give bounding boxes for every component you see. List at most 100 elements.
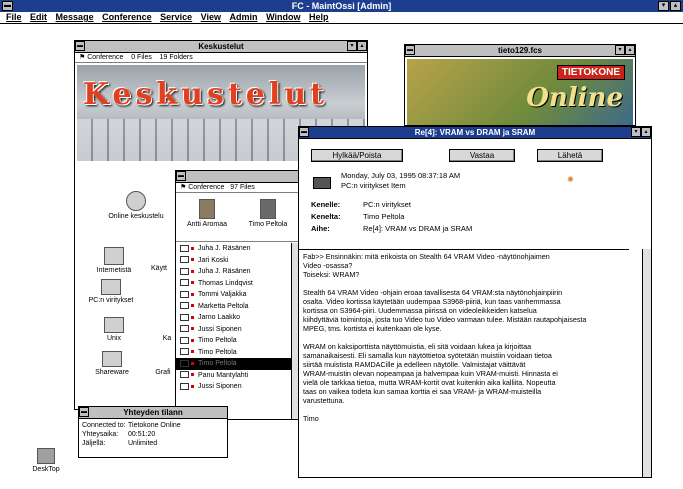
reject-delete-button[interactable]: Hylkää/Poista	[311, 149, 403, 162]
mail-icon	[180, 267, 189, 275]
flag-icon	[191, 292, 194, 296]
window-menu-button[interactable]: ▬	[75, 41, 85, 51]
user-avatars: Antti Aromaa Timo Peltola	[176, 193, 300, 242]
list-item-author: Jari Koski	[198, 256, 229, 264]
menu-file[interactable]: File	[6, 12, 22, 22]
pc-icon[interactable]: PC:n viritykset	[85, 279, 137, 304]
flag-icon	[191, 269, 194, 273]
list-item-author: Tommi Valjakka	[198, 291, 247, 298]
menu-edit[interactable]: Edit	[30, 12, 47, 22]
icon-label: PC:n viritykset	[88, 297, 134, 304]
message-titlebar[interactable]: ▬ Re[4]: VRAM vs DRAM ja SRAM ▾ ▴	[299, 127, 651, 139]
menu-help[interactable]: Help	[309, 12, 329, 22]
status-label: Connected to:	[82, 422, 126, 429]
minimize-button[interactable]: ▾	[615, 45, 625, 55]
list-item-author: Jussi Siponen	[198, 325, 242, 333]
window-menu-button[interactable]: ▬	[299, 127, 309, 137]
folder-icon[interactable]: Ka	[159, 335, 175, 342]
shareware-icon[interactable]: Shareware	[89, 351, 135, 376]
online-chat-icon[interactable]: Online keskustelu	[107, 191, 165, 220]
maximize-button[interactable]: ▴	[625, 45, 635, 55]
reply-button[interactable]: Vastaa	[449, 149, 515, 162]
list-item[interactable]: Juha J. Räsänen	[176, 243, 293, 255]
conference-list-window: ▬ ⚑ Conference 97 Files Antti Aromaa Tim…	[175, 170, 301, 420]
menu-conference[interactable]: Conference	[102, 12, 152, 22]
menu-service[interactable]: Service	[160, 12, 192, 22]
tieto-window: ▬ tieto129.fcs ▾ ▴ TIETOKONE Online	[404, 44, 636, 126]
keskustelut-titlebar[interactable]: ▬ Keskustelut ▾ ▴	[75, 41, 367, 53]
toolbar-label: Conference	[87, 54, 124, 61]
users-icon[interactable]: Käytt	[145, 265, 173, 272]
user-avatar[interactable]: Timo Peltola	[240, 199, 296, 228]
minimize-button[interactable]: ▾	[631, 127, 641, 137]
list-item[interactable]: Jussi Siponen	[176, 324, 293, 336]
maximize-button[interactable]: ▴	[670, 1, 681, 11]
mail-icon	[180, 325, 189, 333]
flag-icon	[191, 384, 194, 388]
message-fields: Kenelle: PC:n viritykset Kenelta: Timo Pel…	[311, 199, 472, 235]
flag-icon	[191, 304, 194, 308]
toolbar-label: Conference	[188, 184, 225, 191]
list-item[interactable]: Jussi Siponen	[176, 381, 293, 393]
app-title: FC - MaintOssi [Admin]	[291, 1, 392, 11]
envelope-icon	[313, 177, 331, 189]
priority-icon: ✺	[567, 175, 574, 184]
minimize-button[interactable]: ▾	[347, 41, 357, 51]
menu-admin[interactable]: Admin	[230, 12, 258, 22]
menubar: File Edit Message Conference Service Vie…	[0, 12, 683, 24]
flag-icon	[191, 246, 194, 250]
list-item[interactable]: Tommi Valjakka	[176, 289, 293, 301]
list-item[interactable]: Timo Peltola	[176, 347, 293, 359]
mail-icon	[180, 256, 189, 264]
mail-icon	[180, 302, 189, 310]
icon-label: Online keskustelu	[108, 213, 164, 220]
graphics-icon[interactable]: Grafi	[151, 369, 175, 376]
list-item-author: Timo Peltola	[198, 348, 237, 356]
file-count: 0 Files	[131, 54, 152, 61]
keskustelut-title: Keskustelut	[198, 42, 244, 51]
mail-icon	[180, 244, 189, 252]
message-body-scrollbar[interactable]	[642, 249, 651, 477]
list-item[interactable]: Jari Koski	[176, 255, 293, 267]
logo-main-text: Online	[526, 83, 623, 113]
system-menu-button[interactable]: ▬	[2, 1, 13, 11]
field-value: Re[4]: VRAM vs DRAM ja SRAM	[363, 224, 473, 233]
menu-message[interactable]: Message	[56, 12, 94, 22]
send-button[interactable]: Lähetä	[537, 149, 603, 162]
flag-icon	[191, 338, 194, 342]
desktop-icon[interactable]: DeskTop	[26, 448, 66, 473]
window-menu-button[interactable]: ▬	[405, 45, 415, 55]
icon-label: Shareware	[95, 369, 129, 376]
list-item[interactable]: Marketta Peltola	[176, 301, 293, 313]
menu-view[interactable]: View	[201, 12, 221, 22]
maximize-button[interactable]: ▴	[641, 127, 651, 137]
window-menu-button[interactable]: ▬	[79, 407, 89, 417]
message-body[interactable]: Fab>> Ensinnäkin: mitä erikoista on Stea…	[299, 249, 629, 477]
internet-icon[interactable]: Internetistä	[91, 247, 137, 274]
maximize-button[interactable]: ▴	[357, 41, 367, 51]
connection-status-window: ▬ Yhteyden tilann Connected to: Tietokone…	[78, 406, 228, 458]
list-item-author: Marketta Peltola	[198, 302, 249, 310]
status-titlebar[interactable]: ▬ Yhteyden tilann	[79, 407, 227, 419]
window-menu-button[interactable]: ▬	[176, 171, 186, 181]
list-item[interactable]: Timo Peltola	[176, 358, 293, 370]
list-item[interactable]: Timo Peltola	[176, 335, 293, 347]
field-label: Kenelta:	[311, 212, 341, 221]
message-title: Re[4]: VRAM vs DRAM ja SRAM	[414, 128, 536, 137]
list-item[interactable]: Thomas Lindqvist	[176, 278, 293, 290]
minimize-button[interactable]: ▾	[658, 1, 669, 11]
list-item-author: Juha J. Räsänen	[198, 268, 251, 275]
flag-icon	[191, 327, 194, 331]
flag-icon	[191, 361, 194, 365]
list-item[interactable]: Panu Mantylahti	[176, 370, 293, 382]
menu-window[interactable]: Window	[266, 12, 300, 22]
unix-icon[interactable]: Unix	[99, 317, 129, 342]
list-item[interactable]: Juha J. Räsänen	[176, 266, 293, 278]
list-item[interactable]: Jarno Laakko	[176, 312, 293, 324]
message-date: Monday, July 03, 1995 08:37:18 AM	[341, 171, 461, 180]
message-list: Juha J. Räsänen Jari Koski Juha J. Räsänen…	[176, 243, 293, 413]
conference-titlebar[interactable]: ▬	[176, 171, 300, 183]
mail-icon	[180, 313, 189, 321]
user-avatar[interactable]: Antti Aromaa	[180, 199, 234, 228]
tieto-titlebar[interactable]: ▬ tieto129.fcs ▾ ▴	[405, 45, 635, 57]
